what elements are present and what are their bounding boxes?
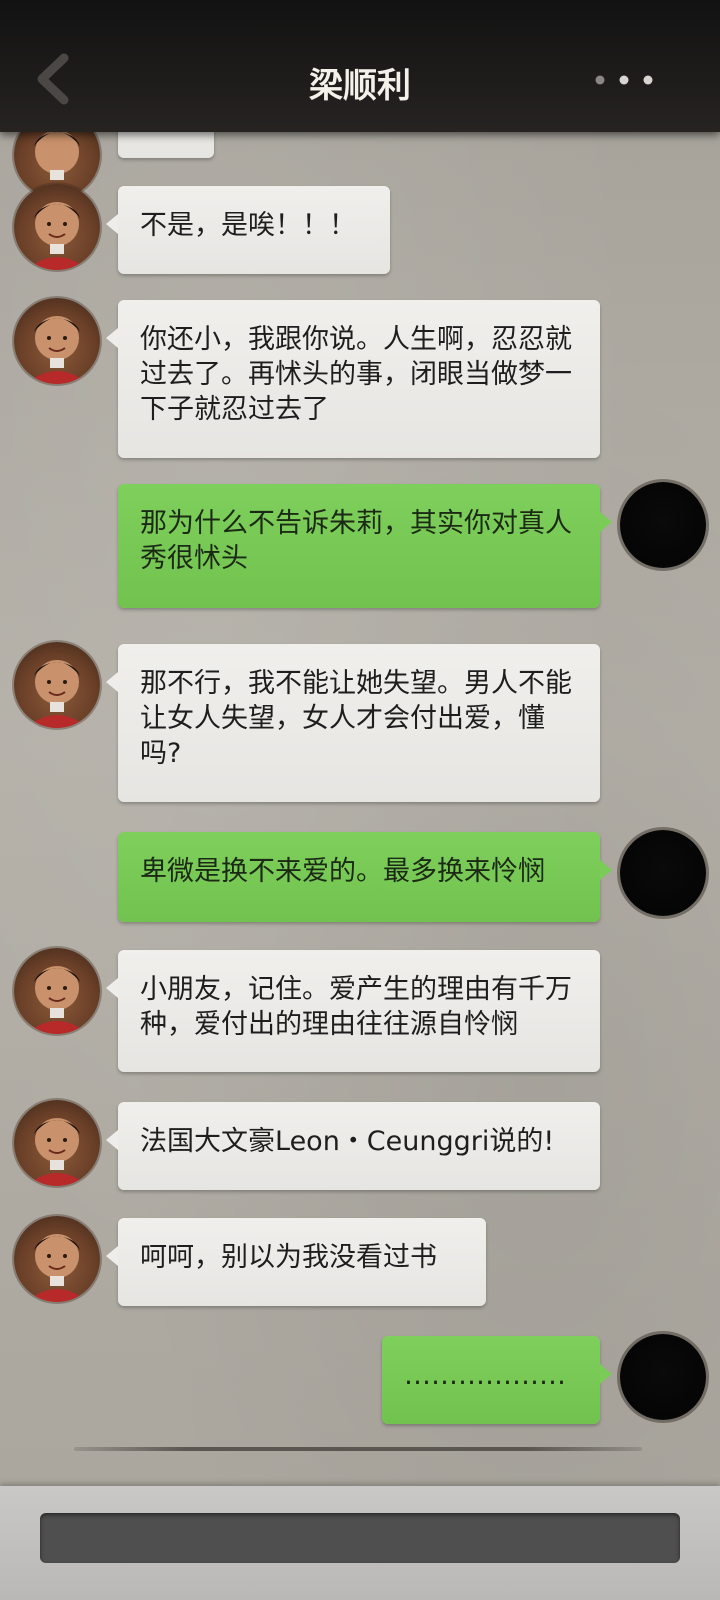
message-bubble-received[interactable]: 不是，是唉！！！ (106, 186, 390, 274)
message-bubble-received[interactable]: 呵呵，别以为我没看过书 (106, 1218, 486, 1306)
message-bubble-sent[interactable]: ……………… (382, 1336, 612, 1424)
chat-message-list[interactable]: 不是，是唉！！！ 你还小，我跟你说。人生啊，忍忍就过去了。再怵头的事，闭眼当做梦… (0, 132, 720, 1486)
contact-avatar[interactable] (14, 1100, 100, 1186)
contact-avatar[interactable] (14, 948, 100, 1034)
message-bubble-received[interactable]: 你还小，我跟你说。人生啊，忍忍就过去了。再怵头的事，闭眼当做梦一下子就忍过去了 (106, 300, 600, 458)
chat-header: 梁顺利 (0, 0, 720, 132)
contact-avatar[interactable] (14, 298, 100, 384)
self-avatar[interactable] (620, 482, 706, 568)
message-bubble-sent[interactable]: 卑微是换不来爱的。最多换来怜悯 (118, 832, 612, 922)
message-bubble-received[interactable] (118, 132, 214, 158)
contact-avatar[interactable] (14, 184, 100, 270)
contact-avatar[interactable] (14, 642, 100, 728)
message-bubble-sent[interactable]: 那为什么不告诉朱莉，其实你对真人秀很怵头 (118, 484, 612, 608)
more-options-icon[interactable] (590, 70, 660, 90)
self-avatar[interactable] (620, 830, 706, 916)
message-bubble-received[interactable]: 法国大文豪Leon・Ceunggri说的! (106, 1102, 600, 1190)
contact-avatar[interactable] (14, 1216, 100, 1302)
self-avatar[interactable] (620, 1334, 706, 1420)
divider (74, 1447, 642, 1451)
message-input[interactable] (40, 1513, 680, 1563)
message-bubble-received[interactable]: 小朋友，记住。爱产生的理由有千万种，爱付出的理由往往源自怜悯 (106, 950, 600, 1072)
message-bubble-received[interactable]: 那不行，我不能让她失望。男人不能让女人失望，女人才会付出爱，懂吗? (106, 644, 600, 802)
input-bar (0, 1486, 720, 1600)
